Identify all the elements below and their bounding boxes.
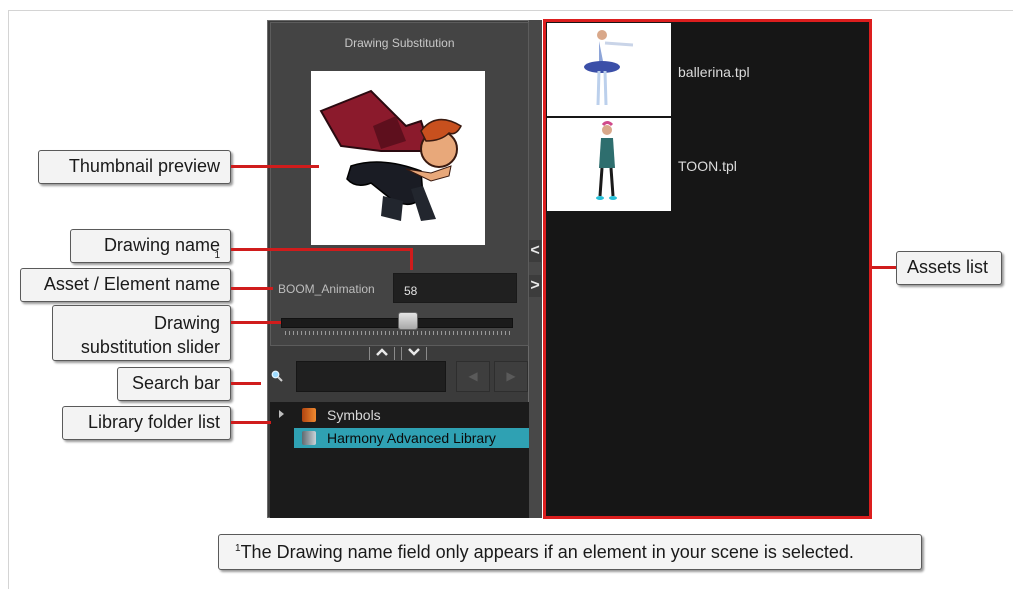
callout-text: Asset / Element name xyxy=(43,274,220,294)
frame-border-left xyxy=(8,10,9,589)
callout-text: Drawing name 1 xyxy=(71,235,220,261)
folder-label: Harmony Advanced Library xyxy=(327,430,496,446)
callout-text: substitution slider xyxy=(80,337,220,357)
collapse-down-button[interactable] xyxy=(401,347,427,360)
chevron-up-icon xyxy=(376,348,388,356)
footnote-text: The Drawing name field only appears if a… xyxy=(240,542,854,562)
leader-line xyxy=(231,421,271,424)
collapse-bar xyxy=(366,347,430,360)
collapse-up-button[interactable] xyxy=(369,347,395,360)
leader-line xyxy=(872,266,896,269)
callout-text: Library folder list xyxy=(87,412,220,432)
callout-text: Thumbnail preview xyxy=(68,156,220,176)
callout-assets-list: Assets list xyxy=(896,251,1002,285)
folder-item-harmony-advanced-library[interactable]: Harmony Advanced Library xyxy=(294,428,529,448)
asset-element-name: BOOM_Animation xyxy=(278,282,375,296)
leader-line xyxy=(231,248,412,251)
callout-search-bar: Search bar xyxy=(117,367,231,401)
frame-border-top xyxy=(8,10,1013,11)
asset-thumbnail-toon[interactable] xyxy=(547,118,671,211)
callout-text: Assets list xyxy=(907,257,989,277)
leader-line xyxy=(231,287,273,290)
callout-text: Search bar xyxy=(131,373,220,393)
search-icon xyxy=(271,370,283,382)
callout-substitution-slider: Drawing substitution slider xyxy=(52,305,231,361)
asset-thumbnail-ballerina[interactable] xyxy=(547,23,671,116)
callout-text: Drawing xyxy=(153,313,220,333)
callout-label: Drawing name xyxy=(103,235,220,255)
panel-divider xyxy=(529,20,542,518)
substitution-slider-handle[interactable] xyxy=(397,312,418,330)
folder-label: Symbols xyxy=(327,407,381,423)
drawing-name-field[interactable]: 58 xyxy=(393,273,517,303)
callout-asset-element-name: Asset / Element name xyxy=(20,268,231,302)
asset-label: ballerina.tpl xyxy=(678,64,750,80)
expand-arrow-icon[interactable] xyxy=(279,410,284,418)
leader-line xyxy=(231,165,319,168)
leader-line xyxy=(231,321,281,324)
footnote: 1The Drawing name field only appears if … xyxy=(218,534,922,570)
next-button[interactable]: ▶ xyxy=(494,361,528,392)
callout-drawing-name: Drawing name 1 xyxy=(70,229,231,263)
ballerina-figure-icon xyxy=(584,30,634,106)
grey-book-icon xyxy=(302,431,316,445)
previous-button[interactable]: ◀ xyxy=(456,361,490,392)
leader-line xyxy=(410,248,413,270)
leader-line xyxy=(231,382,261,385)
asset-label: TOON.tpl xyxy=(678,158,737,174)
character-drawing-icon xyxy=(319,89,462,221)
toon-figure-icon xyxy=(596,121,617,200)
library-folder-list: Symbols Harmony Advanced Library xyxy=(270,402,529,518)
collapse-left-button[interactable]: < xyxy=(529,240,541,262)
slider-ticks xyxy=(285,331,510,335)
thumbnail-preview xyxy=(311,71,485,245)
search-input[interactable] xyxy=(296,361,446,392)
chevron-down-icon xyxy=(408,348,420,356)
expand-right-button[interactable]: > xyxy=(529,275,541,297)
orange-book-icon xyxy=(302,408,316,422)
folder-item-symbols[interactable]: Symbols xyxy=(270,405,529,425)
drawing-substitution-title: Drawing Substitution xyxy=(344,36,455,50)
callout-library-folder-list: Library folder list xyxy=(62,406,231,440)
callout-thumbnail-preview: Thumbnail preview xyxy=(38,150,231,184)
